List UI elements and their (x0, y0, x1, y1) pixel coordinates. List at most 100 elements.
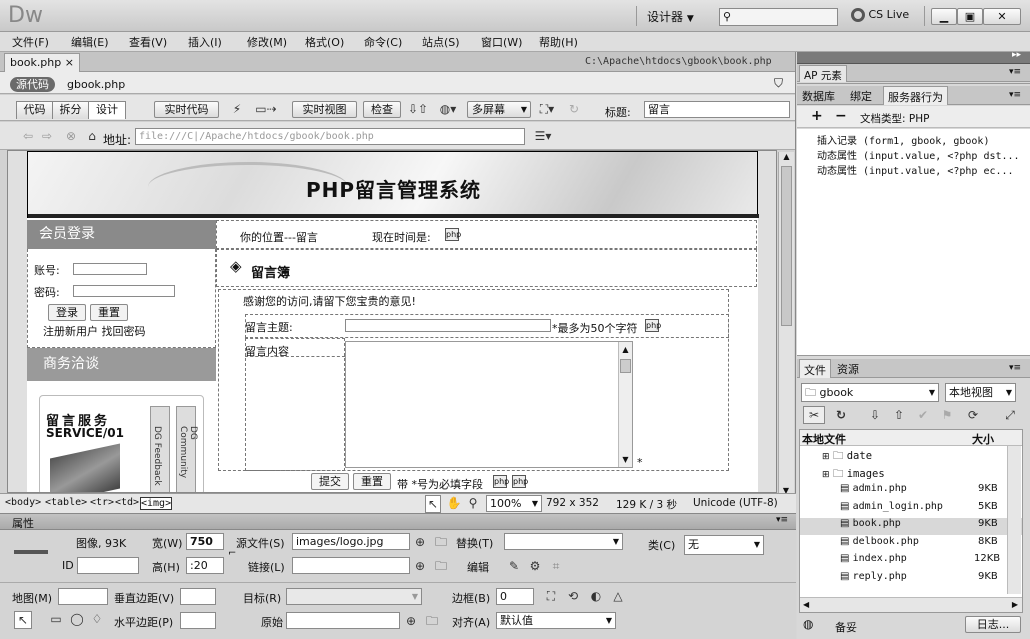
file-item-folder[interactable]: ⊞ 🗀 date (822, 448, 872, 466)
expand-plus-icon[interactable]: ⊞ (822, 470, 830, 480)
php-script-icon[interactable]: php (645, 319, 661, 332)
resample-icon[interactable]: ⟲ (565, 588, 581, 604)
point-to-file-icon[interactable]: ⊕ (413, 558, 427, 574)
menu-file[interactable]: 文件(F) (12, 34, 49, 50)
vertical-scrollbar[interactable]: ▲ ▼ (778, 152, 794, 495)
address-input[interactable]: file:///C|/Apache/htdocs/gbook/book.php (135, 128, 525, 145)
column-local-files[interactable]: 本地文件 (802, 431, 846, 447)
menu-format[interactable]: 格式(O) (305, 34, 344, 50)
visual-aids-icon[interactable]: ⛶▾ (536, 101, 558, 117)
menu-modify[interactable]: 修改(M) (247, 34, 287, 50)
optimize-icon[interactable]: ⚙ (527, 558, 543, 574)
panel-menu-icon[interactable]: ▾≡ (1009, 90, 1021, 100)
minimize-button[interactable]: ▁ (931, 8, 957, 25)
border-input[interactable]: 0 (496, 588, 534, 605)
tab-ap-elements[interactable]: AP 元素 (799, 65, 847, 82)
menu-insert[interactable]: 插入(I) (188, 34, 222, 50)
get-files-icon[interactable]: ⇩ (867, 407, 883, 423)
log-button[interactable]: 日志... (965, 616, 1021, 633)
file-item[interactable]: ▤ admin_login.php 5KB (840, 501, 1022, 518)
check-out-icon[interactable]: ✔ (915, 407, 931, 423)
tag-td[interactable]: <td> (115, 497, 139, 508)
file-item[interactable]: ▤ reply.php 9KB (840, 571, 1022, 588)
menu-commands[interactable]: 命令(C) (364, 34, 402, 50)
menu-help[interactable]: 帮助(H) (539, 34, 578, 50)
browse-folder-icon[interactable]: 🗀 (433, 558, 449, 574)
remove-behavior-icon[interactable]: − (835, 108, 847, 124)
tab-bindings[interactable]: 绑定 (848, 88, 874, 104)
content-textarea[interactable]: ▲ ▼ (345, 341, 633, 468)
class-select[interactable]: 无 ▼ (684, 535, 764, 555)
refresh-icon[interactable]: ↻ (833, 407, 849, 423)
cs-live-button[interactable]: CS Live (851, 8, 909, 22)
align-select[interactable]: 默认值 ▼ (496, 612, 616, 629)
tag-table[interactable]: <table> (45, 497, 87, 508)
alt-select[interactable]: ▼ (504, 533, 623, 550)
horizontal-scrollbar[interactable]: ◀ ▶ (800, 597, 1022, 612)
sharpen-icon[interactable]: △ (610, 588, 626, 604)
forward-arrow-icon[interactable]: ⇨ (39, 128, 55, 144)
tab-files[interactable]: 文件 (799, 359, 831, 378)
id-input[interactable] (77, 557, 139, 574)
height-input[interactable]: :20 (186, 557, 224, 574)
point-to-file-icon[interactable]: ⊕ (404, 613, 418, 629)
design-canvas[interactable]: PHP留言管理系统 会员登录 账号: 密码: 登录 重置 注册新用户 找回密码 … (7, 150, 777, 493)
src-input[interactable]: images/logo.jpg (292, 533, 410, 550)
crop-icon[interactable]: ⌗ (548, 558, 564, 574)
brightness-icon[interactable]: ◐ (588, 588, 604, 604)
polygon-hotspot-icon[interactable]: ♢ (89, 611, 105, 627)
view-select[interactable]: 本地视图 ▼ (945, 383, 1016, 402)
crop-tool-icon[interactable]: ⛶ (543, 588, 559, 604)
tab-server-behaviors[interactable]: 服务器行为 (883, 86, 948, 105)
title-input[interactable]: 留言 (644, 101, 790, 118)
split-view-button[interactable]: 拆分 (53, 102, 89, 119)
browse-folder-icon[interactable]: 🗀 (433, 534, 449, 550)
design-view-button[interactable]: 设计 (89, 102, 125, 119)
close-window-button[interactable]: ✕ (983, 8, 1021, 25)
add-behavior-icon[interactable]: + (811, 108, 823, 124)
browser-options-icon[interactable]: ☰▾ (533, 128, 553, 144)
tab-book-php[interactable]: book.php × (4, 53, 80, 72)
scroll-up-icon[interactable]: ▲ (779, 152, 794, 166)
tab-databases[interactable]: 数据库 (800, 88, 837, 104)
code-view-button[interactable]: 代码 (17, 102, 53, 119)
target-select[interactable]: ▼ (286, 588, 422, 605)
live-code-button[interactable]: 实时代码 (154, 101, 219, 118)
zoom-select[interactable]: 100% ▼ (486, 495, 542, 512)
width-input[interactable]: 750 (186, 533, 224, 550)
filter-icon[interactable]: ⛉ (774, 76, 783, 91)
expand-icon[interactable]: ⤢ (1002, 407, 1018, 423)
search-input[interactable]: ⚲ (719, 8, 838, 26)
put-files-icon[interactable]: ⇧ (891, 407, 907, 423)
edit-pencil-icon[interactable]: ✎ (506, 558, 522, 574)
stop-icon[interactable]: ⊗ (63, 128, 79, 144)
back-arrow-icon[interactable]: ⇦ (20, 128, 36, 144)
rect-hotspot-icon[interactable]: ▭ (48, 611, 64, 627)
tag-img[interactable]: <img> (140, 497, 173, 510)
live-view-button[interactable]: 实时视图 (292, 101, 357, 118)
menu-window[interactable]: 窗口(W) (481, 34, 522, 50)
behavior-item[interactable]: 动态属性 (input.value, <?php dst... (817, 147, 1020, 162)
source-code-badge[interactable]: 源代码 (10, 77, 55, 92)
panel-menu-icon[interactable]: ▾≡ (1009, 363, 1021, 373)
sync-icon[interactable]: ⟳ (965, 407, 981, 423)
check-in-icon[interactable]: ⚑ (939, 407, 955, 423)
subject-input[interactable] (345, 319, 551, 332)
inspect-button[interactable]: 检查 (363, 101, 401, 118)
panel-menu-icon[interactable]: ▾≡ (776, 515, 788, 525)
workspace-switcher[interactable]: 设计器 ▼ (647, 8, 694, 25)
menu-view[interactable]: 查看(V) (129, 34, 167, 50)
behavior-item[interactable]: 动态属性 (input.value, <?php ec... (817, 162, 1014, 177)
home-icon[interactable]: ⌂ (84, 128, 100, 144)
collapse-icon[interactable]: ▸▸ (1012, 50, 1021, 60)
tree-scrollbar[interactable] (1007, 446, 1021, 594)
file-item-folder[interactable]: ⊞ 🗀 images (822, 466, 885, 484)
tab-assets[interactable]: 资源 (837, 361, 859, 377)
select-pointer-icon[interactable]: ↖ (425, 495, 441, 513)
file-item[interactable]: ▤ admin.php 9KB (840, 483, 1022, 500)
submit-button[interactable]: 提交 (311, 473, 349, 490)
file-item[interactable]: ▤ index.php 12KB (840, 553, 1022, 570)
php-script-icon[interactable]: php (445, 228, 461, 241)
link-input[interactable] (292, 557, 410, 574)
vspace-input[interactable] (180, 588, 216, 605)
